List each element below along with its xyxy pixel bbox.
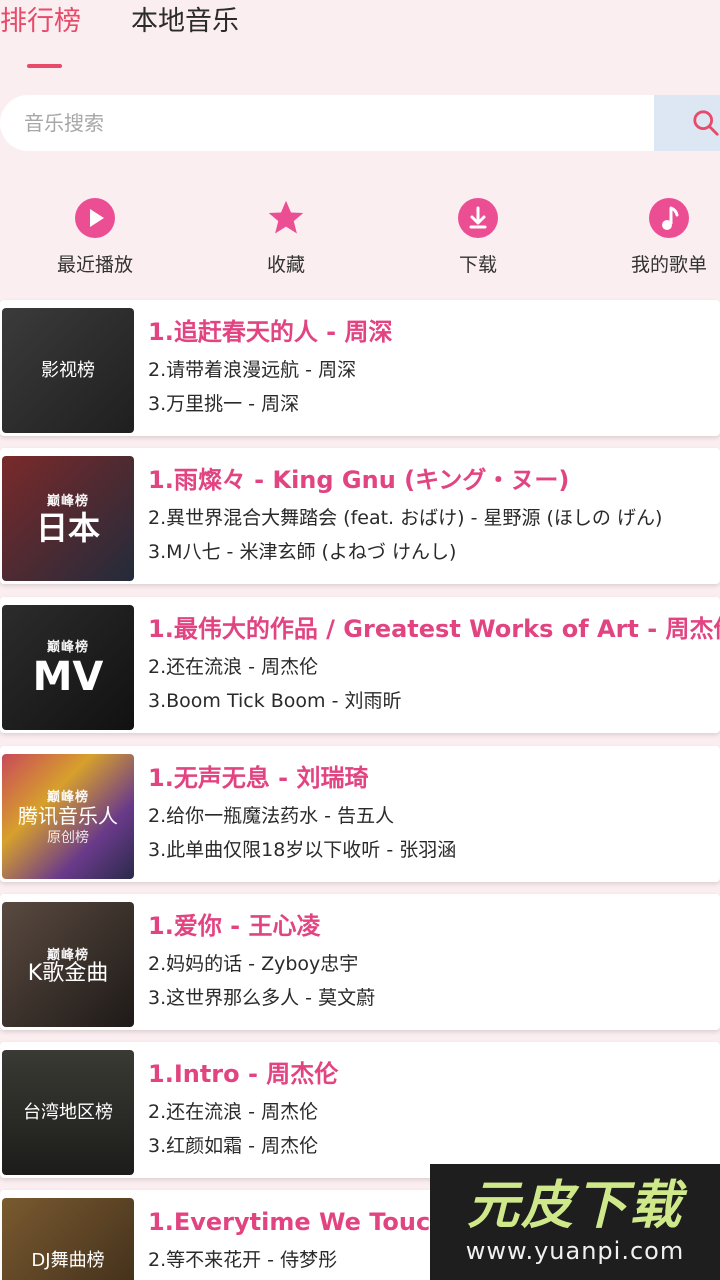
cover-title: K歌金曲 [27,961,109,986]
chart-card-japan[interactable]: 巅峰榜 日本 1.雨燦々 - King Gnu (キング・ヌー) 2.異世界混合… [0,448,720,584]
chart-card-taiwan[interactable]: 台湾地区榜 1.Intro - 周杰伦 2.还在流浪 - 周杰伦 3.红颜如霜 … [0,1042,720,1178]
search-button[interactable] [654,95,720,151]
song-rank-3: 3.此单曲仅限18岁以下收听 - 张羽涵 [148,839,457,861]
chart-cover: 巅峰榜 MV [2,605,134,730]
favorites-button[interactable]: 收藏 [226,190,346,277]
search-bar [0,95,654,151]
song-rank-3: 3.红颜如霜 - 周杰伦 [148,1135,319,1157]
song-list: 1.最伟大的作品 / Greatest Works of Art - 周杰伦 2… [148,611,720,717]
download-label: 下载 [458,254,497,276]
download-icon [458,198,498,238]
chart-card-film[interactable]: 影视榜 1.追赶春天的人 - 周深 2.请带着浪漫远航 - 周深 3.万里挑一 … [0,300,720,436]
my-playlist-label: 我的歌单 [630,254,707,276]
cover-title: 腾讯音乐人 [18,804,118,828]
my-playlist-button[interactable]: 我的歌单 [609,190,720,277]
chart-card-karaoke[interactable]: 巅峰榜 K歌金曲 1.爱你 - 王心凌 2.妈妈的话 - Zyboy忠宇 3.这… [0,894,720,1030]
watermark-logo: 元皮下载 [466,1176,683,1236]
cover-brand: 巅峰榜 [46,790,89,805]
tab-local-music[interactable]: 本地音乐 [131,4,239,40]
cover-brand: 巅峰榜 [46,948,89,963]
search-icon [693,110,719,136]
song-rank-1: 1.Intro - 周杰伦 [148,1060,339,1088]
song-rank-2: 2.还在流浪 - 周杰伦 [148,656,319,678]
song-rank-1: 1.追赶春天的人 - 周深 [148,318,393,346]
play-icon [75,198,115,238]
chart-cover: 台湾地区榜 [2,1050,134,1175]
chart-cover: 巅峰榜 K歌金曲 [2,902,134,1027]
cover-title: MV [32,654,104,700]
cover-title: 影视榜 [41,359,95,381]
quick-actions: 最近播放 收藏 下载 我的歌单 [0,190,720,290]
song-rank-3: 3.这世界那么多人 - 莫文蔚 [148,987,376,1009]
chart-card-tme-musician[interactable]: 巅峰榜 腾讯音乐人 原创榜 1.无声无息 - 刘瑞琦 2.给你一瓶魔法药水 - … [0,746,720,882]
song-rank-2: 2.请带着浪漫远航 - 周深 [148,359,357,381]
song-rank-1: 1.爱你 - 王心凌 [148,912,321,940]
chart-cover: DJ舞曲榜 [2,1198,134,1280]
watermark: 元皮下载 www.yuanpi.com [430,1164,720,1280]
tab-rankings[interactable]: 排行榜 [0,4,81,40]
song-rank-2: 2.妈妈的话 - Zyboy忠宇 [148,953,359,975]
chart-card-mv[interactable]: 巅峰榜 MV 1.最伟大的作品 / Greatest Works of Art … [0,597,720,733]
song-list: 1.爱你 - 王心凌 2.妈妈的话 - Zyboy忠宇 3.这世界那么多人 - … [148,908,720,1014]
cover-title: 日本 [35,509,100,547]
music-note-icon [649,198,689,238]
song-rank-2: 2.给你一瓶魔法药水 - 告五人 [148,805,395,827]
cover-title: DJ舞曲榜 [31,1249,105,1271]
recent-play-button[interactable]: 最近播放 [35,190,155,277]
song-rank-1: 1.雨燦々 - King Gnu (キング・ヌー) [148,466,570,494]
song-rank-1: 1.无声无息 - 刘瑞琦 [148,764,369,792]
song-list: 1.无声无息 - 刘瑞琦 2.给你一瓶魔法药水 - 告五人 3.此单曲仅限18岁… [148,760,720,866]
song-list: 1.追赶春天的人 - 周深 2.请带着浪漫远航 - 周深 3.万里挑一 - 周深 [148,314,720,420]
song-rank-3: 3.M八七 - 米津玄師 (よねづ けんし) [148,541,457,563]
song-rank-2: 2.还在流浪 - 周杰伦 [148,1101,319,1123]
star-icon [266,198,306,238]
recent-play-label: 最近播放 [56,254,133,276]
song-rank-2: 2.異世界混合大舞踏会 (feat. おばけ) - 星野源 (ほしの げん) [148,507,663,529]
chart-cover: 影视榜 [2,308,134,433]
cover-subtitle: 原创榜 [47,830,89,846]
watermark-url: www.yuanpi.com [465,1237,685,1265]
active-tab-indicator [27,64,62,68]
cover-title: 台湾地区榜 [23,1101,113,1123]
search-input[interactable] [24,111,624,135]
top-tab-bar: 排行榜 本地音乐 [0,0,720,80]
cover-brand: 巅峰榜 [46,494,89,509]
chart-cover: 巅峰榜 日本 [2,456,134,581]
chart-cover: 巅峰榜 腾讯音乐人 原创榜 [2,754,134,879]
song-rank-3: 3.万里挑一 - 周深 [148,393,300,415]
favorites-label: 收藏 [266,254,305,276]
download-button[interactable]: 下载 [418,190,538,277]
song-rank-3: 3.Boom Tick Boom - 刘雨昕 [148,690,402,712]
cover-brand: 巅峰榜 [46,640,89,655]
song-rank-1: 1.最伟大的作品 / Greatest Works of Art - 周杰伦 [148,615,720,643]
song-list: 1.雨燦々 - King Gnu (キング・ヌー) 2.異世界混合大舞踏会 (f… [148,462,720,568]
song-list: 1.Intro - 周杰伦 2.还在流浪 - 周杰伦 3.红颜如霜 - 周杰伦 [148,1056,720,1162]
